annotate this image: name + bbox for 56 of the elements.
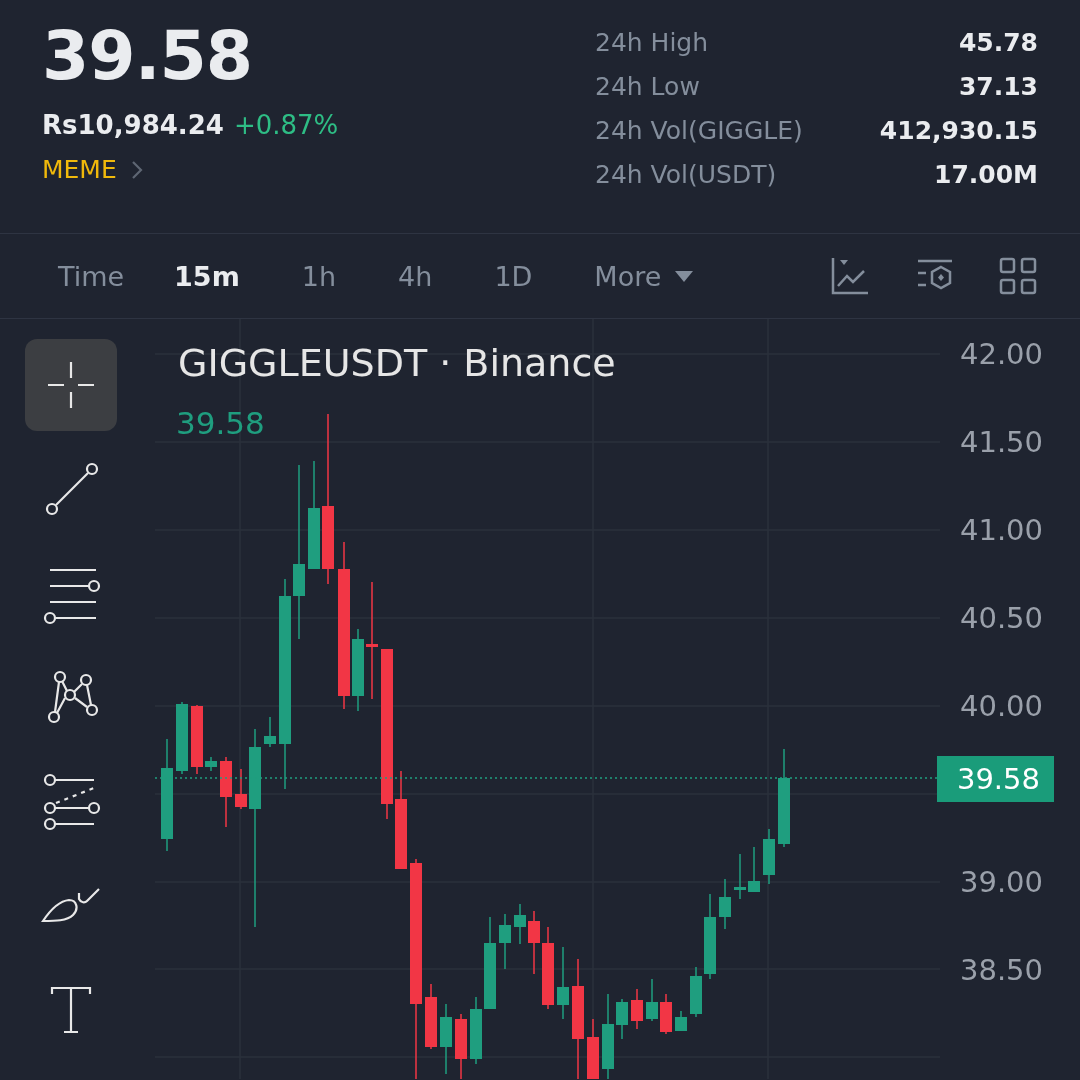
interval-tab[interactable]: 4h bbox=[398, 260, 433, 292]
price-axis-label: 40.00 bbox=[959, 691, 1045, 721]
candle bbox=[528, 910, 540, 975]
stat-label: 24h Low bbox=[595, 71, 701, 103]
candle bbox=[690, 966, 702, 1018]
indicator-chart-icon[interactable] bbox=[830, 256, 870, 296]
candle bbox=[205, 756, 217, 772]
caret-icon bbox=[675, 270, 694, 282]
candle bbox=[719, 878, 731, 930]
chart-last-price: 39.58 bbox=[176, 405, 265, 441]
candle bbox=[675, 1010, 687, 1032]
candle bbox=[191, 704, 203, 775]
category-tag[interactable]: MEME bbox=[42, 154, 117, 186]
candle bbox=[425, 983, 437, 1050]
chart-title: GIGGLEUSDT · Binance bbox=[178, 340, 616, 387]
more-dropdown[interactable]: More bbox=[594, 260, 694, 292]
fiat-price: Rs10,984.24 bbox=[42, 109, 224, 142]
price-axis-label: 38.50 bbox=[959, 955, 1045, 985]
price-axis-label: 42.00 bbox=[959, 339, 1045, 369]
price-change: +0.87% bbox=[233, 109, 339, 142]
grid-layout-icon[interactable] bbox=[998, 256, 1038, 296]
candle bbox=[646, 978, 658, 1022]
stat-label: 24h Vol(USDT) bbox=[595, 159, 778, 191]
interval-tab[interactable]: 15m bbox=[174, 260, 240, 292]
current-price-tag: 39.58 bbox=[936, 756, 1054, 802]
interval-tab[interactable]: 1h bbox=[301, 260, 337, 292]
candle bbox=[587, 1018, 599, 1079]
time-label: Time bbox=[58, 260, 125, 292]
candle bbox=[734, 853, 746, 900]
candle bbox=[264, 716, 276, 748]
candle bbox=[748, 846, 760, 892]
stat-value: 45.78 bbox=[957, 27, 1038, 59]
candle bbox=[660, 993, 672, 1035]
chevron-right-icon[interactable] bbox=[130, 160, 143, 180]
price-axis-label: 41.50 bbox=[959, 427, 1045, 457]
candle bbox=[220, 756, 232, 828]
price-axis-label: 39.00 bbox=[959, 867, 1045, 897]
price-axis-label: 40.50 bbox=[959, 603, 1045, 633]
stat-value: 412,930.15 bbox=[878, 115, 1038, 147]
candle bbox=[440, 1003, 452, 1075]
stat-label: 24h High bbox=[595, 27, 710, 59]
candle bbox=[763, 828, 775, 885]
stat-value: 37.13 bbox=[957, 71, 1038, 103]
candle bbox=[499, 913, 511, 970]
last-price: 39.58 bbox=[42, 18, 254, 94]
candle bbox=[470, 996, 482, 1065]
stat-value: 17.00M bbox=[933, 159, 1038, 191]
candle bbox=[616, 998, 628, 1040]
price-axis-label: 41.00 bbox=[959, 515, 1045, 545]
interval-tab[interactable]: 1D bbox=[494, 260, 533, 292]
stat-label: 24h Vol(GIGGLE) bbox=[595, 115, 804, 147]
candle bbox=[631, 988, 643, 1030]
candle bbox=[455, 1013, 467, 1079]
brush-icon bbox=[41, 887, 101, 923]
candle bbox=[514, 903, 526, 945]
candle bbox=[235, 768, 247, 810]
